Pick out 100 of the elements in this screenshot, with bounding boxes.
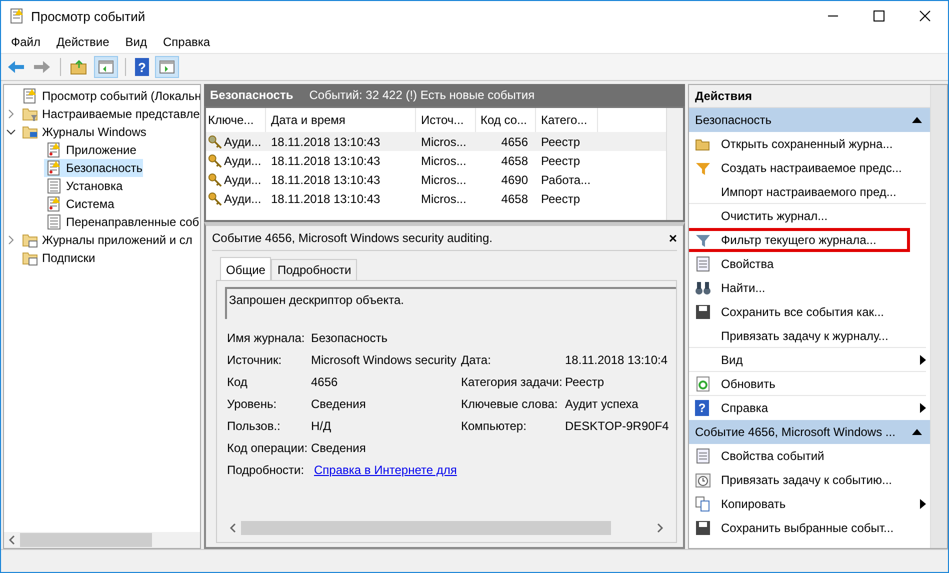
tree-item[interactable]: Журналы приложений и сл	[4, 231, 192, 249]
field-label: Код операции:	[227, 441, 309, 455]
table-cell: Micros...	[421, 172, 466, 186]
table-cell: 18.11.2018 13:10:43	[271, 172, 380, 186]
field-value: Безопасность	[311, 331, 388, 345]
properties-icon	[695, 448, 711, 464]
scroll-left-icon[interactable]	[229, 523, 237, 533]
menu-item[interactable]: Файл	[11, 35, 41, 49]
tree-item[interactable]: Система	[44, 195, 114, 213]
collapse-triangle-icon[interactable]	[912, 117, 922, 123]
field-label: Ключевые слова:	[461, 397, 559, 411]
log-title: Безопасность	[210, 88, 294, 102]
log-summary: Событий: 32 422 (!) Есть новые события	[309, 88, 535, 102]
vertical-scrollbar[interactable]	[930, 85, 947, 548]
key-icon	[208, 172, 222, 186]
tree-item[interactable]: Установка	[44, 177, 123, 195]
filter-icon	[695, 232, 711, 248]
tree-item[interactable]: Журналы Windows	[4, 123, 146, 141]
action-item[interactable]: Открыть сохраненный журна...	[689, 132, 926, 156]
tree-item[interactable]: Настраиваемые представле	[4, 105, 200, 123]
table-cell: 18.11.2018 13:10:43	[271, 154, 380, 168]
field-label: Категория задачи:	[461, 375, 564, 389]
event-row[interactable]: Ауди... 18.11.2018 13:10:43 Micros... 4690 Работа...	[206, 170, 666, 189]
chevron-down-icon[interactable]	[6, 127, 16, 137]
tree-item[interactable]: Перенаправленные соб	[44, 213, 200, 231]
field-label: Пользов.:	[227, 419, 282, 433]
key-icon	[208, 134, 222, 148]
log-icon	[22, 88, 38, 104]
table-cell: Micros...	[421, 154, 466, 168]
folder-computer-icon	[22, 124, 38, 140]
list-icon	[46, 214, 62, 230]
event-row[interactable]: Ауди... 18.11.2018 13:10:43 Micros... 4656 Реестр	[206, 132, 666, 151]
field-label: Дата:	[461, 353, 492, 367]
vertical-scrollbar[interactable]	[666, 108, 683, 220]
collapse-triangle-icon[interactable]	[912, 429, 922, 435]
action-item[interactable]: Копировать	[689, 492, 926, 516]
action-item[interactable]: Свойства	[689, 252, 926, 276]
chevron-right-icon[interactable]	[6, 109, 16, 119]
menu-item[interactable]: Действие	[56, 35, 110, 49]
key-icon	[208, 192, 222, 206]
table-cell: Ауди...	[224, 154, 262, 168]
highlighted-action-item[interactable]: Фильтр текущего журнала...	[689, 228, 910, 252]
action-item[interactable]: Свойства событий	[689, 444, 926, 468]
field-label: Уровень:	[227, 397, 278, 411]
actions-title: Действия	[689, 85, 930, 108]
field-value: 18.11.2018 13:10:4	[565, 353, 668, 367]
field-label: Имя журнала:	[227, 331, 306, 345]
pane-toggle-icon[interactable]	[94, 56, 118, 78]
pane-toggle-icon[interactable]	[155, 56, 179, 78]
refresh-icon	[695, 376, 711, 392]
action-item[interactable]: Импорт настраиваемого пред...	[689, 180, 926, 204]
table-cell: 4690	[501, 172, 528, 186]
help-icon: ?	[695, 400, 709, 416]
field-label: Подробности:	[227, 463, 306, 477]
tab[interactable]: Подробности	[271, 259, 358, 280]
menu-item[interactable]: Справка	[163, 35, 210, 49]
table-cell: Реестр	[541, 154, 580, 168]
action-item[interactable]: Привязать задачу к журналу...	[689, 324, 926, 348]
action-item[interactable]: Привязать задачу к событию...	[689, 468, 926, 492]
section-header[interactable]: Безопасность	[689, 108, 930, 132]
field-label: Код	[227, 375, 248, 389]
action-item[interactable]: Вид	[689, 348, 926, 372]
window-title: Просмотр событий	[31, 8, 146, 24]
field-value: Сведения	[311, 397, 366, 411]
table-cell: Ауди...	[224, 134, 262, 148]
section-header[interactable]: Событие 4656, Microsoft Windows ...	[689, 420, 930, 444]
properties-icon	[695, 256, 711, 272]
log-icon	[9, 8, 25, 24]
action-item[interactable]: Сохранить все события как...	[689, 300, 926, 324]
chevron-right-icon[interactable]	[6, 235, 16, 245]
folder-filter-icon	[22, 106, 38, 122]
tree-item[interactable]: Приложение	[44, 141, 136, 159]
log-icon	[46, 160, 62, 176]
menu-item[interactable]: Вид	[125, 35, 147, 49]
tree-item[interactable]: Подписки	[4, 249, 96, 267]
action-item[interactable]: Сохранить выбранные событ...	[689, 516, 926, 540]
log-icon	[46, 142, 62, 158]
action-item[interactable]: Обновить	[689, 372, 926, 396]
scroll-right-icon[interactable]	[656, 523, 664, 533]
submenu-arrow-icon	[920, 403, 926, 413]
field-value: Аудит успеха	[565, 397, 638, 411]
help-button[interactable]: ?	[135, 58, 149, 76]
tree-item[interactable]: Безопасность	[44, 159, 143, 177]
action-item[interactable]: Найти...	[689, 276, 926, 300]
horizontal-scrollbar[interactable]	[4, 532, 200, 548]
close-button[interactable]: ×	[668, 230, 677, 246]
copy-icon	[695, 496, 711, 512]
field-value: Сведения	[311, 441, 366, 455]
binoculars-icon	[695, 280, 711, 296]
action-item[interactable]: Очистить журнал...	[689, 204, 926, 228]
tab[interactable]: Общие	[220, 257, 272, 280]
help-link[interactable]: Справка в Интернете для	[314, 463, 457, 477]
action-item[interactable]: Создать настраиваемое предс...	[689, 156, 926, 180]
event-row[interactable]: Ауди... 18.11.2018 13:10:43 Micros... 4658 Реестр	[206, 151, 666, 170]
action-item[interactable]: ? Справка	[689, 396, 926, 420]
table-cell: 4658	[501, 154, 528, 168]
table-cell: 4658	[501, 192, 528, 206]
scroll-left-icon[interactable]	[8, 535, 16, 545]
event-row[interactable]: Ауди... 18.11.2018 13:10:43 Micros... 4658 Реестр	[206, 189, 666, 208]
table-cell: Реестр	[541, 192, 580, 206]
